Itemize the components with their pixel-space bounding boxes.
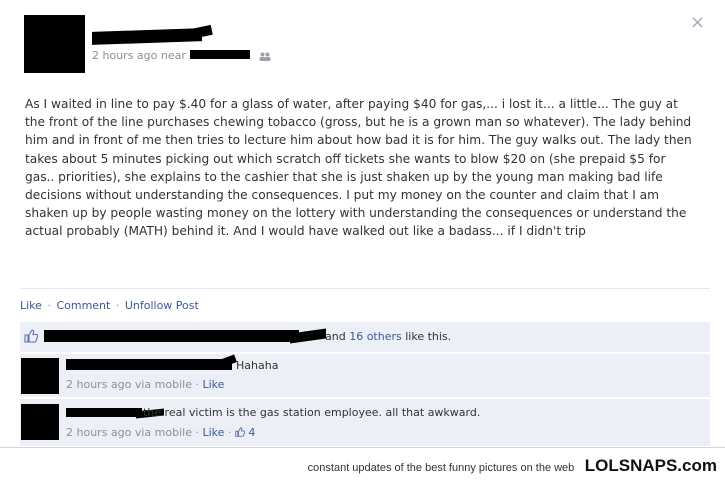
comment-text: Hahaha bbox=[236, 359, 279, 372]
close-icon[interactable]: × bbox=[690, 14, 705, 32]
comment-meta: 2 hours ago via mobile · Like bbox=[66, 378, 224, 391]
comment-like-link[interactable]: Like bbox=[202, 426, 224, 439]
comment-text: the real victim is the gas station emplo… bbox=[143, 406, 481, 419]
post-body: As I waited in line to pay $.40 for a gl… bbox=[25, 97, 692, 239]
footer-tagline: constant updates of the best funny pictu… bbox=[307, 462, 575, 474]
likes-and: and bbox=[325, 330, 346, 343]
redacted-liker-names bbox=[44, 330, 299, 342]
redacted-profile-picture bbox=[24, 15, 85, 73]
comment-item: the real victim is the gas station emplo… bbox=[20, 399, 710, 446]
separator: · bbox=[115, 299, 120, 312]
comment-like-count[interactable]: 4 bbox=[248, 426, 255, 439]
people-icon bbox=[259, 52, 271, 61]
comment-link[interactable]: Comment bbox=[56, 299, 110, 312]
redacted-location bbox=[190, 50, 250, 59]
redacted-avatar bbox=[21, 404, 59, 440]
comment-meta: 2 hours ago via mobile · Like · 4 bbox=[66, 426, 255, 439]
thumbs-up-icon bbox=[24, 329, 38, 343]
redacted-commenter-name bbox=[66, 359, 232, 370]
comment-timestamp: 2 hours ago via mobile bbox=[66, 378, 192, 391]
footer-brand: LOLSNAPS.com bbox=[584, 456, 717, 475]
watermark-footer: constant updates of the best funny pictu… bbox=[308, 456, 717, 476]
redacted-commenter-name bbox=[66, 408, 142, 417]
separator: · bbox=[47, 299, 51, 312]
separator: · bbox=[195, 426, 199, 439]
facebook-post-card: × 2 hours ago near As I waited in line t… bbox=[0, 0, 725, 448]
likes-suffix: like this. bbox=[405, 330, 452, 343]
redacted-author-name bbox=[92, 28, 202, 45]
divider bbox=[20, 288, 710, 289]
post-meta: 2 hours ago near bbox=[92, 49, 186, 62]
likes-summary: and 16 others like this. bbox=[20, 322, 710, 352]
separator: · bbox=[195, 378, 199, 391]
like-link[interactable]: Like bbox=[20, 299, 42, 312]
comment-like-link[interactable]: Like bbox=[202, 378, 224, 391]
post-timestamp: 2 hours ago near bbox=[92, 49, 186, 62]
comment-item: Hahaha 2 hours ago via mobile · Like bbox=[20, 354, 710, 397]
others-link[interactable]: 16 others bbox=[349, 330, 402, 343]
likes-text: and 16 others like this. bbox=[325, 330, 451, 343]
redacted-author-name-end bbox=[189, 24, 213, 40]
redacted-avatar bbox=[21, 358, 59, 394]
separator: · bbox=[227, 426, 232, 439]
thumbs-up-icon bbox=[235, 427, 245, 437]
unfollow-post-link[interactable]: Unfollow Post bbox=[125, 299, 199, 312]
comment-timestamp: 2 hours ago via mobile bbox=[66, 426, 192, 439]
post-actions: Like · Comment · Unfollow Post bbox=[20, 299, 199, 312]
